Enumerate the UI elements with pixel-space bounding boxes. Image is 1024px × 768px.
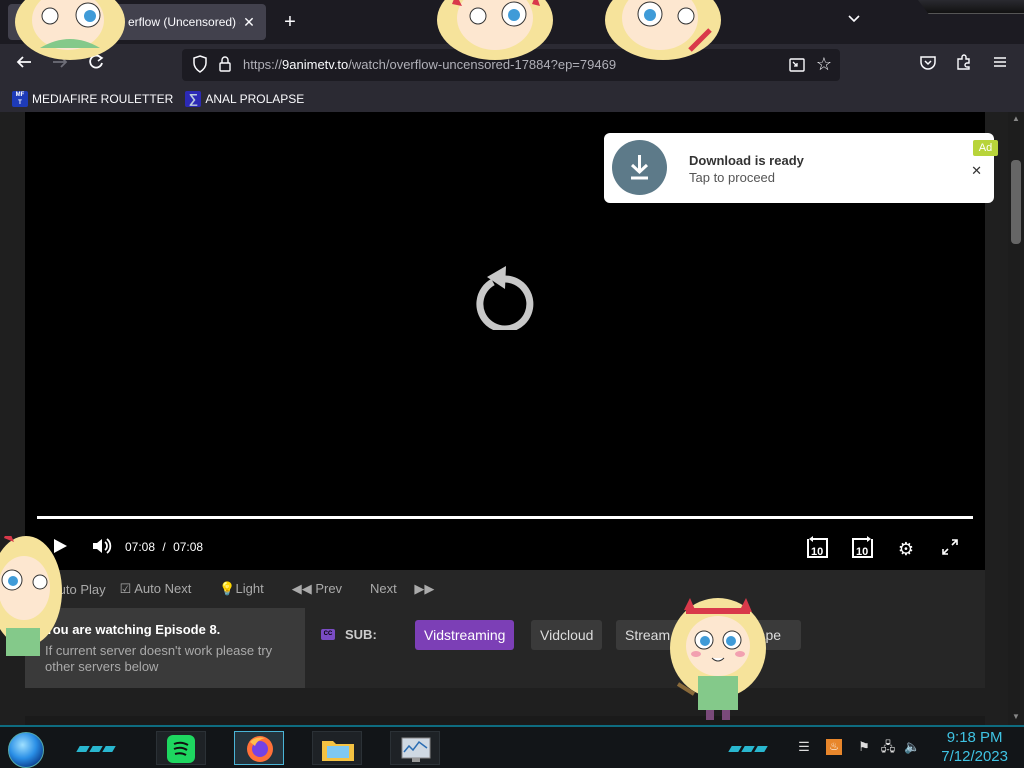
- extensions-button[interactable]: [952, 53, 976, 77]
- clock-time: 9:18 PM: [946, 729, 1003, 746]
- taskbar-file-explorer[interactable]: [312, 731, 362, 765]
- window-frame-decoration: [918, 0, 1024, 14]
- prev-episode-button[interactable]: ◀◀ Prev: [292, 581, 356, 597]
- light-toggle[interactable]: 💡Light: [219, 581, 277, 597]
- action-center-flag-icon[interactable]: ⚑: [856, 739, 872, 755]
- fullscreen-icon[interactable]: [937, 536, 963, 562]
- player-toggles: Auto Play ☑ Auto Next 💡Light ◀◀ Prev Nex…: [25, 570, 985, 608]
- hamburger-menu-icon: [994, 57, 1006, 67]
- bookmark-mediafire[interactable]: MF T MEDIAFIRE ROULETTER: [12, 91, 173, 107]
- auto-next-toggle[interactable]: ☑ Auto Next: [120, 581, 206, 597]
- current-time: 07:08: [125, 540, 156, 554]
- ad-badge: Ad: [973, 140, 998, 156]
- ad-close-icon[interactable]: ✕: [971, 163, 982, 179]
- sub-label: CC SUB:: [321, 627, 377, 642]
- show-hidden-icons-icon[interactable]: ☰: [796, 739, 812, 755]
- firefox-icon: [247, 736, 273, 762]
- star-butterfly-sticker-icon: [605, 0, 721, 60]
- url-host: 9animetv.to: [282, 57, 349, 72]
- forward-10-icon[interactable]: 10: [849, 536, 875, 562]
- closed-captions-icon: CC: [321, 629, 335, 640]
- star-butterfly-sticker-icon: [670, 598, 766, 720]
- taskbar: ☰ ♨ ⚑ 🖧 🔈 9:18 PM 7/12/2023: [0, 725, 1024, 768]
- time-display: 07:08 / 07:08: [125, 540, 203, 554]
- start-orb-icon[interactable]: [8, 732, 44, 768]
- taskbar-firefox[interactable]: [234, 731, 284, 765]
- taskbar-decoration: [76, 739, 122, 752]
- star-butterfly-sticker-icon: [15, 0, 125, 60]
- scroll-down-arrow-icon[interactable]: ▼: [1011, 712, 1021, 721]
- pocket-icon: [920, 56, 936, 70]
- web-page: 07:08 / 07:08 10 10 ⚙ Auto Play ☑ Auto N…: [0, 112, 1008, 725]
- download-ad-popup[interactable]: Download is ready Tap to proceed ✕: [604, 133, 994, 203]
- player-controls: 07:08 / 07:08 10 10 ⚙: [25, 532, 985, 566]
- tab-close-icon[interactable]: ✕: [240, 13, 258, 31]
- episode-info: You are watching Episode 8. If current s…: [25, 608, 305, 688]
- sub-label-text: SUB:: [345, 627, 377, 642]
- sigma-icon: ∑: [185, 91, 202, 107]
- pocket-button[interactable]: [916, 53, 940, 77]
- url-text[interactable]: https://9animetv.to/watch/overflow-uncen…: [243, 57, 616, 72]
- replay-icon[interactable]: [473, 258, 537, 330]
- star-butterfly-sticker-icon: [437, 0, 553, 60]
- prev-label: Prev: [315, 581, 343, 596]
- rewind-10-icon[interactable]: 10: [805, 536, 831, 562]
- episode-note: If current server doesn't work please tr…: [45, 643, 273, 674]
- scroll-up-arrow-icon[interactable]: ▲: [1011, 114, 1021, 123]
- bookmarks-toolbar: MF T MEDIAFIRE ROULETTER ∑ ANAL PROLAPSE: [0, 86, 1024, 112]
- episode-title: You are watching Episode 8.: [45, 622, 221, 637]
- ad-title: Download is ready: [689, 153, 804, 168]
- next-label: Next: [370, 581, 397, 596]
- bookmark-label: ANAL PROLAPSE: [205, 92, 305, 106]
- mediafire-icon: MF T: [12, 91, 28, 107]
- settings-gear-icon[interactable]: ⚙: [893, 536, 919, 562]
- bookmark-sigma[interactable]: ∑ ANAL PROLAPSE: [185, 91, 304, 107]
- server-vidstreaming[interactable]: Vidstreaming: [415, 620, 515, 650]
- page-scrollbar[interactable]: ▲ ▼: [1008, 112, 1024, 725]
- list-tabs-chevron-icon[interactable]: [844, 12, 864, 32]
- picture-in-picture-icon[interactable]: [788, 56, 806, 74]
- download-icon: [612, 140, 667, 195]
- bookmark-label: MEDIAFIRE ROULETTER: [32, 92, 174, 106]
- url-prefix: https://: [243, 57, 283, 72]
- taskbar-decoration: [728, 739, 774, 752]
- tracking-protection-shield-icon[interactable]: [190, 54, 210, 74]
- next-episode-button[interactable]: Next ▶▶: [370, 581, 434, 597]
- server-selector: You are watching Episode 8. If current s…: [25, 608, 985, 688]
- resource-monitor-icon: [401, 737, 431, 762]
- network-icon[interactable]: 🖧: [880, 739, 896, 755]
- light-label: Light: [235, 581, 264, 596]
- tray-app-icon[interactable]: ♨: [826, 739, 842, 755]
- puzzle-piece-icon: [957, 54, 970, 70]
- server-streamtape-label-a: Stream: [625, 627, 671, 643]
- time-separator: /: [162, 540, 166, 554]
- taskbar-spotify[interactable]: [156, 731, 206, 765]
- duration: 07:08: [173, 540, 204, 554]
- clock-date: 7/12/2023: [941, 748, 1008, 765]
- progress-bar[interactable]: [37, 516, 973, 519]
- scroll-thumb[interactable]: [1011, 160, 1021, 244]
- rewind-10-label: 10: [811, 546, 823, 558]
- desktop: erflow (Uncensored) - ✕ + https://9anime…: [0, 0, 1024, 768]
- bookmark-star-icon[interactable]: ☆: [816, 54, 832, 74]
- taskbar-resource-monitor[interactable]: [390, 731, 440, 765]
- menu-button[interactable]: [988, 53, 1012, 77]
- auto-next-label: Auto Next: [134, 581, 192, 596]
- spotify-icon: [167, 735, 195, 763]
- star-butterfly-sticker-icon: [0, 536, 62, 656]
- page-section-divider: [25, 716, 985, 725]
- file-explorer-icon: [322, 741, 354, 761]
- speaker-icon[interactable]: 🔈: [904, 739, 920, 755]
- lock-icon[interactable]: [216, 55, 234, 73]
- ad-subtitle: Tap to proceed: [689, 170, 776, 185]
- forward-10-label: 10: [856, 546, 868, 558]
- system-clock[interactable]: 9:18 PM 7/12/2023: [941, 728, 1008, 766]
- volume-icon[interactable]: [89, 536, 115, 562]
- tab-title: erflow (Uncensored) -: [128, 15, 240, 29]
- server-vidcloud[interactable]: Vidcloud: [531, 620, 603, 650]
- new-tab-button[interactable]: +: [278, 10, 302, 34]
